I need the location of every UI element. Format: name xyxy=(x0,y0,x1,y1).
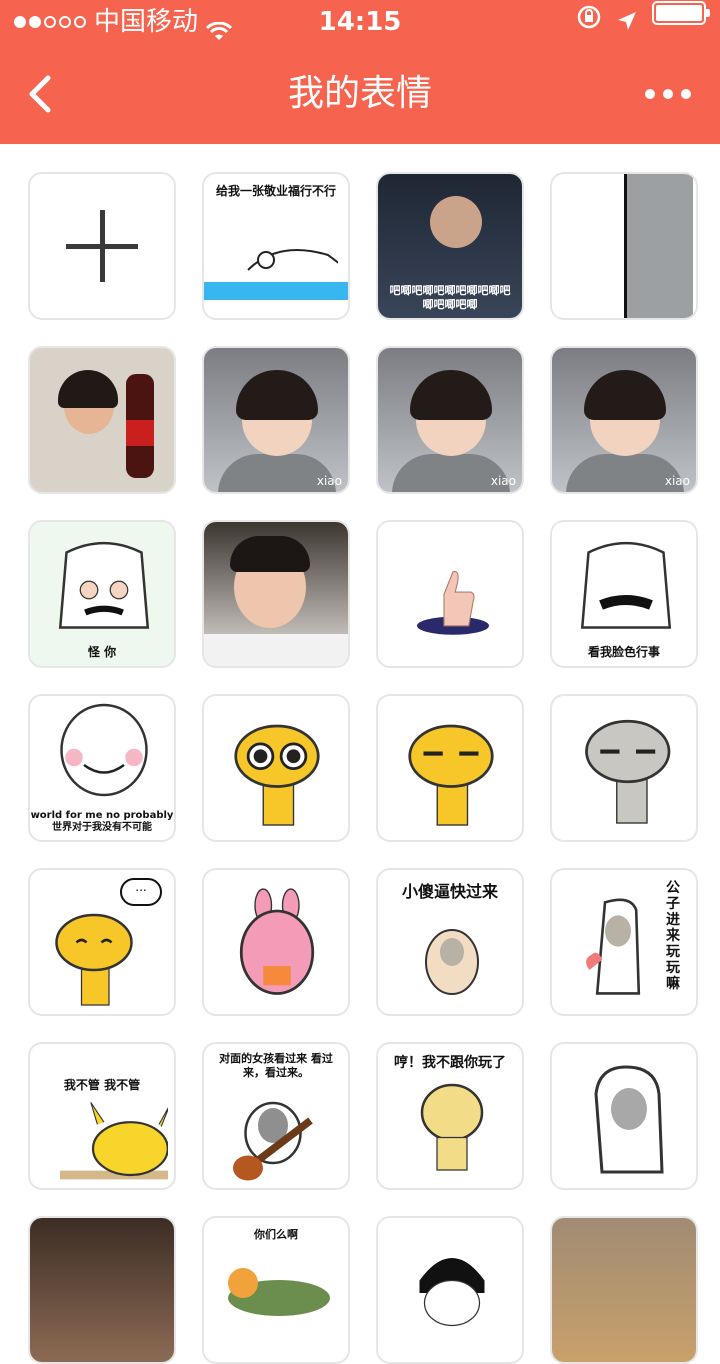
thumbs-up-icon xyxy=(417,570,489,635)
sticker-caption: 怪 你 xyxy=(87,645,117,659)
sticker-item[interactable]: 看我脸色行事 xyxy=(550,520,698,668)
sticker-image xyxy=(247,249,338,271)
sticker-item[interactable] xyxy=(550,1216,698,1364)
sticker-item[interactable]: world for me no probably 世界对于我没有不可能 xyxy=(28,694,176,842)
status-bar: 中国移动 14:15 xyxy=(0,0,720,44)
giraffe-sticker xyxy=(408,724,494,826)
sticker-image xyxy=(58,541,150,629)
more-button[interactable] xyxy=(638,72,698,116)
sticker-caption: 哼！我不跟你玩了 xyxy=(394,1055,506,1071)
sticker-item[interactable]: xiao xyxy=(202,346,350,494)
sticker-image xyxy=(594,1065,664,1174)
sticker-item[interactable]: 小傻逼快过来 xyxy=(376,868,524,1016)
sticker-item[interactable] xyxy=(376,1216,524,1364)
page-title: 我的表情 xyxy=(287,73,432,114)
top-bar: 中国移动 14:15 我的表情 xyxy=(0,0,720,144)
sticker-item[interactable]: 你们么啊 xyxy=(202,1216,350,1364)
sticker-item[interactable]: xiao xyxy=(550,346,698,494)
sticker-image xyxy=(228,1268,330,1316)
more-dot-icon xyxy=(645,89,655,99)
sticker-item[interactable] xyxy=(376,520,524,668)
watermark: xiao xyxy=(316,474,342,488)
sticker-item[interactable]: 对面的女孩看过来 看过来，看过来。 xyxy=(202,1042,350,1190)
nav-bar: 我的表情 xyxy=(0,44,720,144)
sticker-image xyxy=(30,1218,174,1362)
giraffe-sticker xyxy=(585,719,671,824)
sticker-item[interactable] xyxy=(550,694,698,842)
sticker-item[interactable]: 怪 你 xyxy=(28,520,176,668)
giraffe-sticker xyxy=(55,913,133,1006)
sticker-grid: 给我一张敬业福行不行 吧唧吧唧吧唧吧唧吧唧吧唧吧唧吧唧 xiao xiao xi… xyxy=(28,172,700,1364)
pikachu-sticker xyxy=(60,1102,168,1180)
sticker-item[interactable]: 我不管 我不管 xyxy=(28,1042,176,1190)
guitar-sticker xyxy=(233,1101,313,1181)
add-sticker-button[interactable] xyxy=(28,172,176,320)
sticker-item[interactable] xyxy=(202,694,350,842)
sticker-caption: 看我脸色行事 xyxy=(587,645,660,659)
sticker-image xyxy=(586,898,641,995)
sticker-image xyxy=(425,929,479,995)
sticker-item[interactable] xyxy=(550,1042,698,1190)
watermark: xiao xyxy=(664,474,690,488)
sticker-item[interactable]: 吧唧吧唧吧唧吧唧吧唧吧唧吧唧吧唧 xyxy=(376,172,524,320)
location-icon xyxy=(616,2,638,30)
sticker-item[interactable] xyxy=(202,520,350,668)
sticker-image xyxy=(419,1258,485,1327)
sticker-item[interactable] xyxy=(376,694,524,842)
sticker-caption: 吧唧吧唧吧唧吧唧吧唧吧唧吧唧吧唧 xyxy=(389,284,511,311)
sticker-item[interactable] xyxy=(28,1216,176,1364)
sticker-item[interactable]: 公子进来玩玩嘛 xyxy=(550,868,698,1016)
giraffe-sticker xyxy=(234,724,320,826)
sticker-image xyxy=(420,1083,484,1171)
sticker-image xyxy=(60,703,148,797)
more-dot-icon xyxy=(681,89,691,99)
sticker-item[interactable]: 给我一张敬业福行不行 xyxy=(202,172,350,320)
sticker-caption: 小傻逼快过来 xyxy=(401,882,498,901)
sticker-item[interactable] xyxy=(28,346,176,494)
rabbit-sticker xyxy=(239,888,315,995)
sticker-caption: world for me no probably 世界对于我没有不可能 xyxy=(30,810,174,833)
sticker-caption: 给我一张敬业福行不行 xyxy=(215,184,336,198)
battery-icon xyxy=(652,1,710,25)
more-dot-icon xyxy=(663,89,673,99)
sticker-image xyxy=(624,174,693,318)
sticker-item[interactable]: xiao xyxy=(376,346,524,494)
rotation-lock-icon xyxy=(576,0,602,29)
sticker-item[interactable]: ... xyxy=(28,868,176,1016)
sticker-caption: 对面的女孩看过来 看过来，看过来。 xyxy=(219,1052,333,1079)
plus-icon xyxy=(66,210,138,282)
sticker-caption: 我不管 我不管 xyxy=(63,1078,141,1092)
sticker-item[interactable]: 哼！我不跟你玩了 xyxy=(376,1042,524,1190)
watermark: xiao xyxy=(490,474,516,488)
sticker-item[interactable] xyxy=(202,868,350,1016)
sticker-image xyxy=(552,1218,696,1362)
sticker-image xyxy=(580,541,672,629)
sticker-item[interactable] xyxy=(550,172,698,320)
